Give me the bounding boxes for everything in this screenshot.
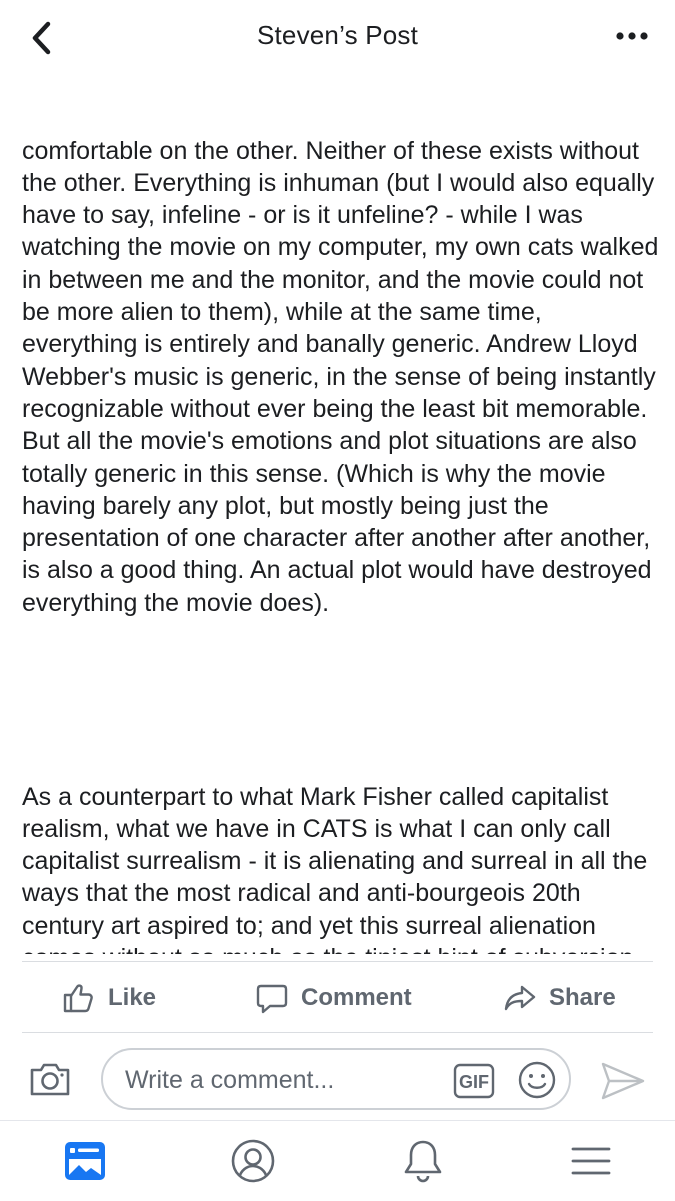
divider bbox=[22, 961, 653, 962]
more-dots-icon[interactable] bbox=[615, 26, 649, 46]
hamburger-menu-icon[interactable] bbox=[567, 1137, 615, 1185]
comment-button[interactable]: Comment bbox=[255, 974, 412, 1022]
comment-composer: GIF bbox=[0, 1042, 675, 1118]
speech-bubble-icon bbox=[256, 984, 288, 1014]
camera-icon[interactable] bbox=[28, 1060, 72, 1098]
share-label: Share bbox=[549, 984, 616, 1011]
thumbs-up-icon bbox=[63, 984, 93, 1013]
comment-label: Comment bbox=[301, 984, 412, 1011]
news-feed-icon[interactable] bbox=[61, 1137, 109, 1185]
post-text: comfortable on the other. Neither of the… bbox=[22, 74, 662, 954]
svg-text:GIF: GIF bbox=[459, 1072, 489, 1092]
send-icon[interactable] bbox=[600, 1060, 646, 1102]
page-title: Steven’s Post bbox=[256, 20, 419, 50]
comment-input[interactable] bbox=[123, 1060, 447, 1100]
post-paragraph: As a counterpart to what Mark Fisher cal… bbox=[22, 782, 648, 954]
bell-icon[interactable] bbox=[399, 1137, 447, 1185]
like-button[interactable]: Like bbox=[62, 974, 156, 1022]
divider bbox=[22, 1032, 653, 1033]
comment-field[interactable]: GIF bbox=[101, 1048, 571, 1110]
post-body: comfortable on the other. Neither of the… bbox=[0, 74, 675, 954]
emoji-icon[interactable] bbox=[517, 1060, 557, 1100]
bottom-tab-bar bbox=[0, 1120, 675, 1201]
share-arrow-icon bbox=[504, 985, 536, 1011]
gif-icon[interactable]: GIF bbox=[453, 1063, 495, 1099]
post-paragraph: comfortable on the other. Neither of the… bbox=[22, 136, 666, 617]
like-label: Like bbox=[108, 984, 157, 1011]
profile-icon[interactable] bbox=[229, 1137, 277, 1185]
share-button[interactable]: Share bbox=[503, 974, 616, 1022]
top-bar: Steven’s Post bbox=[0, 0, 675, 74]
